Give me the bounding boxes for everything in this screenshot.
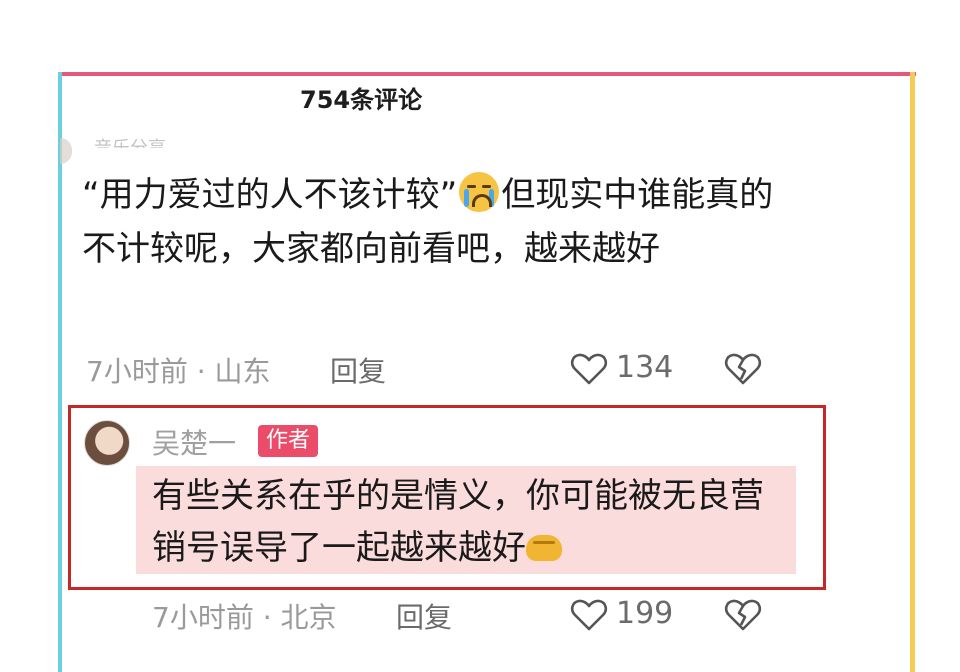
avatar[interactable] <box>84 420 130 466</box>
reply-text-body: 有些关系在乎的是情义，你可能被无良营销号误导了一起越来越好 <box>152 476 764 568</box>
reply-reply-button[interactable]: 回复 <box>396 596 452 636</box>
comment-reply-button[interactable]: 回复 <box>330 350 386 390</box>
reply-time-location: 7小时前 · 北京 <box>152 601 337 634</box>
comment-author-name[interactable]: 音乐分享 <box>94 136 166 148</box>
author-badge: 作者 <box>258 425 319 457</box>
comment-like-count: 134 <box>616 350 674 385</box>
comment-count-title: 754条评论 <box>300 86 423 114</box>
handshake-icon <box>526 535 562 561</box>
comment-time-location: 7小时前 · 山东 <box>86 355 271 388</box>
crying-face-icon <box>459 172 500 212</box>
heart-icon[interactable] <box>570 598 608 632</box>
comment-text: “用力爱过的人不该计较” 但现实中谁能真的不计较呢，大家都向前看吧，越来越好 <box>82 168 782 276</box>
heart-icon[interactable] <box>570 352 608 386</box>
broken-heart-icon[interactable] <box>724 352 762 386</box>
broken-heart-icon[interactable] <box>724 598 762 632</box>
reply-text: 有些关系在乎的是情义，你可能被无良营销号误导了一起越来越好 <box>152 470 792 574</box>
comment-text-part1: “用力爱过的人不该计较” <box>82 175 458 215</box>
reply-author-name[interactable]: 吴楚一 <box>152 422 236 462</box>
reply-like-count: 199 <box>616 596 674 631</box>
avatar[interactable] <box>60 138 72 164</box>
frame-right-border <box>910 72 915 672</box>
frame-top-border <box>58 72 916 76</box>
